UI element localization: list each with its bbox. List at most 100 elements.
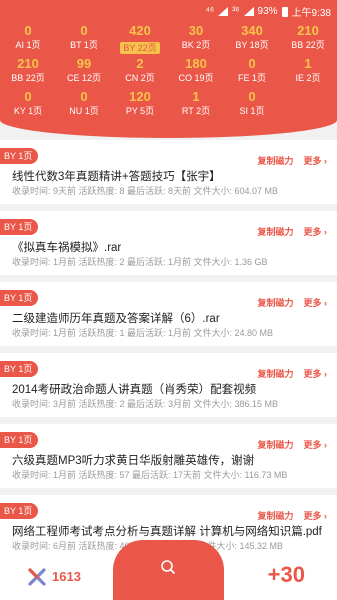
category-label: PY 5页 <box>125 106 155 116</box>
category-cell[interactable]: 0 BT 1页 <box>56 24 112 51</box>
category-count: 0 <box>80 23 88 38</box>
category-count: 420 <box>129 23 151 38</box>
category-label: CO 19页 <box>178 73 214 83</box>
item-title[interactable]: 线性代数3年真题精讲+答题技巧【张宇】 <box>12 168 332 184</box>
category-count: 1 <box>304 56 312 71</box>
search-icon <box>161 560 175 574</box>
category-label: AI 1页 <box>15 40 41 50</box>
category-cell[interactable]: 340 BY 18页 <box>224 24 280 51</box>
category-header: ⁴⁶ ³⁶ 93% 上午9:38 0 AI 1页 0 BT 1页 420 BY 22页 30… <box>0 0 337 138</box>
category-count: 0 <box>24 23 32 38</box>
category-count: 30 <box>188 23 204 38</box>
category-label: RT 2页 <box>181 106 211 116</box>
category-label: FE 1页 <box>237 73 266 83</box>
category-cell[interactable]: 0 NU 1页 <box>56 90 112 117</box>
signal-icon-2 <box>243 7 254 16</box>
category-cell[interactable]: 30 BK 2页 <box>168 24 224 51</box>
category-cell[interactable]: 120 PY 5页 <box>112 90 168 117</box>
category-cell[interactable]: 0 KY 1页 <box>0 90 56 117</box>
category-label: KY 1页 <box>13 106 43 116</box>
battery-text: 93% <box>257 6 278 17</box>
category-count: 0 <box>248 89 256 104</box>
item-meta: 收录时间: 1月前 活跃热度: 1 最后活跃: 1月前 文件大小: 24.80 … <box>12 328 274 338</box>
category-count: 0 <box>80 89 88 104</box>
category-label: BB 22页 <box>291 40 325 50</box>
category-cell[interactable]: 0 FE 1页 <box>224 57 280 84</box>
category-label: CE 12页 <box>66 73 101 83</box>
item-meta: 收录时间: 1月前 活跃热度: 2 最后活跃: 1月前 文件大小: 1.36 G… <box>12 257 268 267</box>
copy-magnet-link[interactable]: 复制磁力 <box>257 438 293 451</box>
total-count: 1613 <box>52 569 81 584</box>
item-meta: 收录时间: 3月前 活跃热度: 2 最后活跃: 3月前 文件大小: 386.15… <box>12 399 279 409</box>
page-badge: BY 1页 <box>0 361 39 377</box>
more-link[interactable]: 更多 › <box>304 296 328 309</box>
page-badge: BY 1页 <box>0 503 39 519</box>
more-link[interactable]: 更多 › <box>304 154 328 167</box>
item-title[interactable]: 《拟真车祸模拟》.rar <box>12 239 332 255</box>
list-item[interactable]: BY 1页 复制磁力 更多 › 六级真题MP3听力求黄日华版射雕英雄传，谢谢收录时间:… <box>0 424 337 488</box>
copy-magnet-link[interactable]: 复制磁力 <box>257 296 293 309</box>
item-title[interactable]: 六级真题MP3听力求黄日华版射雕英雄传，谢谢 <box>12 452 332 468</box>
category-label: BT 1页 <box>70 40 98 50</box>
more-link[interactable]: 更多 › <box>304 438 328 451</box>
search-button[interactable] <box>113 540 224 600</box>
item-meta: 收录时间: 1月前 活跃热度: 57 最后活跃: 17天前 文件大小: 116.… <box>12 470 288 480</box>
category-count: 2 <box>136 56 144 71</box>
item-title[interactable]: 2014考研政治命题人讲真题（肖秀荣）配套视频 <box>12 381 332 397</box>
category-cell[interactable]: 1 RT 2页 <box>168 90 224 117</box>
clock: 上午9:38 <box>291 8 331 19</box>
category-cell[interactable]: 2 CN 2页 <box>112 57 168 84</box>
category-label: BK 2页 <box>181 40 211 50</box>
category-cell[interactable]: 0 AI 1页 <box>0 24 56 51</box>
battery-icon <box>281 6 288 17</box>
category-label: NU 1页 <box>69 106 99 116</box>
category-label: BY 22页 <box>120 42 160 54</box>
page-badge: BY 1页 <box>0 432 39 448</box>
category-cell[interactable]: 210 BB 22页 <box>280 24 336 51</box>
category-label: IE 2页 <box>295 73 321 83</box>
copy-magnet-link[interactable]: 复制磁力 <box>257 154 293 167</box>
copy-magnet-link[interactable]: 复制磁力 <box>257 509 293 522</box>
more-link[interactable]: 更多 › <box>304 367 328 380</box>
category-count: 210 <box>17 56 39 71</box>
plus-counter[interactable]: +30 <box>268 562 305 588</box>
category-count: 340 <box>241 23 263 38</box>
item-title[interactable]: 二级建造师历年真题及答案详解（6）.rar <box>12 310 332 326</box>
app-logo-icon[interactable] <box>28 568 46 586</box>
signal-icon <box>218 7 229 16</box>
copy-magnet-link[interactable]: 复制磁力 <box>257 225 293 238</box>
category-count: 99 <box>76 56 92 71</box>
list-item[interactable]: BY 1页 复制磁力 更多 › 2014考研政治命题人讲真题（肖秀荣）配套视频收录时间… <box>0 353 337 417</box>
category-count: 180 <box>185 56 207 71</box>
network-indicator-2: ³⁶ <box>232 6 240 17</box>
status-bar: ⁴⁶ ³⁶ 93% 上午9:38 <box>0 0 337 22</box>
list-item[interactable]: BY 1页 复制磁力 更多 › 二级建造师历年真题及答案详解（6）.rar 收录时间: … <box>0 282 337 346</box>
page-badge: BY 1页 <box>0 290 39 306</box>
page-badge: BY 1页 <box>0 219 39 235</box>
category-cell[interactable]: 0 SI 1页 <box>224 90 280 117</box>
category-label: CN 2页 <box>125 73 155 83</box>
list-item[interactable]: BY 1页 复制磁力 更多 › 线性代数3年真题精讲+答题技巧【张宇】收录时间: 9天… <box>0 140 337 204</box>
category-count: 0 <box>24 89 32 104</box>
more-link[interactable]: 更多 › <box>304 225 328 238</box>
category-count: 0 <box>248 56 256 71</box>
category-label: BY 18页 <box>235 40 269 50</box>
category-count: 1 <box>192 89 200 104</box>
category-cell[interactable]: 180 CO 19页 <box>168 57 224 84</box>
more-link[interactable]: 更多 › <box>304 509 328 522</box>
item-title[interactable]: 网络工程师考试考点分析与真题详解 计算机与网络知识篇.pdf <box>12 523 332 539</box>
category-label: BB 22页 <box>11 73 45 83</box>
copy-magnet-link[interactable]: 复制磁力 <box>257 367 293 380</box>
network-indicator: ⁴⁶ <box>205 6 215 17</box>
category-cell[interactable]: 1 IE 2页 <box>280 57 336 84</box>
category-cell[interactable]: 420 BY 22页 <box>112 24 168 56</box>
page-badge: BY 1页 <box>0 148 39 164</box>
item-meta: 收录时间: 9天前 活跃热度: 8 最后活跃: 8天前 文件大小: 604.07… <box>12 186 279 196</box>
category-count: 210 <box>297 23 319 38</box>
category-cell[interactable]: 210 BB 22页 <box>0 57 56 84</box>
bottom-bar: 1613 +30 <box>0 540 337 600</box>
list-item[interactable]: BY 1页 复制磁力 更多 › 《拟真车祸模拟》.rar 收录时间: 1月前 活跃热度:… <box>0 211 337 275</box>
category-count: 120 <box>129 89 151 104</box>
category-cell[interactable]: 99 CE 12页 <box>56 57 112 84</box>
category-label: SI 1页 <box>239 106 265 116</box>
